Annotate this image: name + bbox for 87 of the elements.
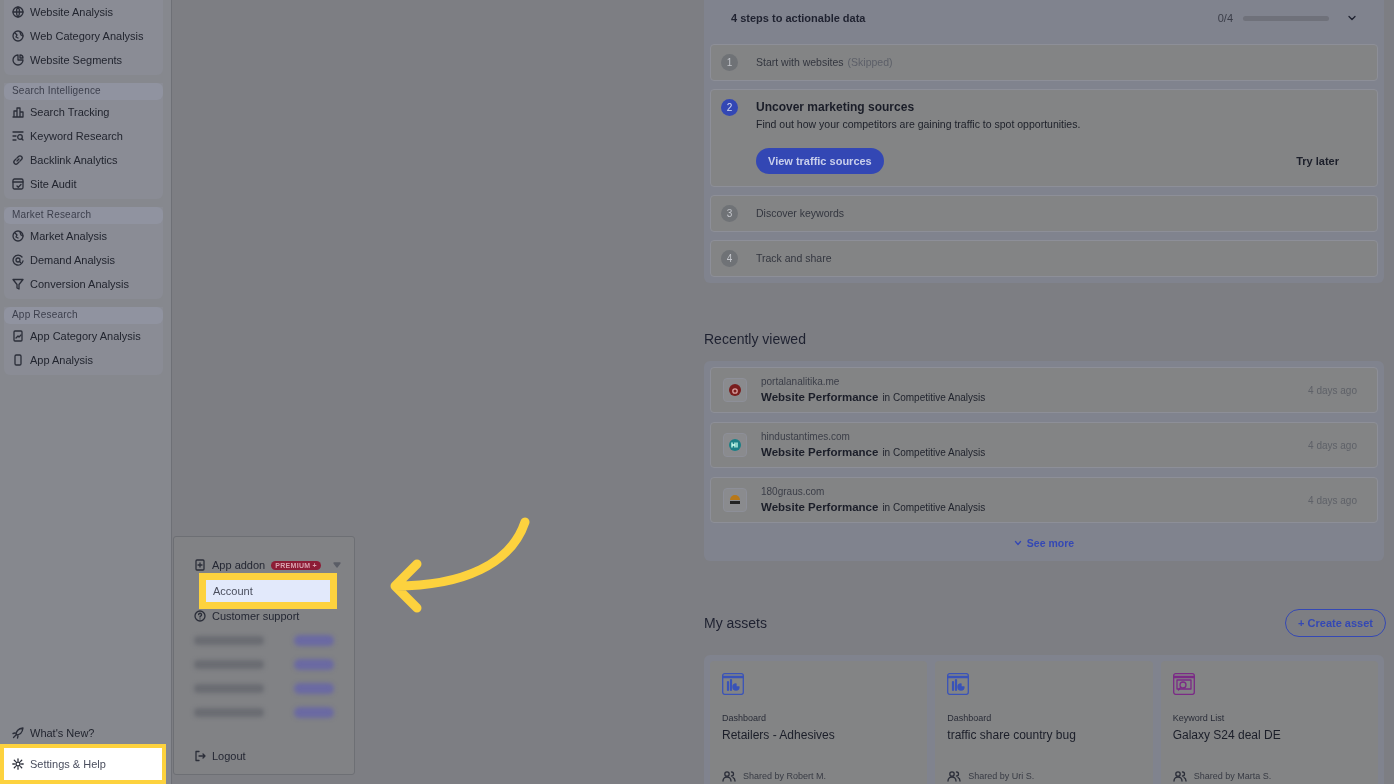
funnel-icon (12, 278, 24, 290)
blurred-badge (294, 634, 334, 646)
app-plus-icon (194, 559, 206, 571)
chevron-down-icon (1013, 539, 1022, 547)
asset-type: Dashboard (947, 713, 992, 723)
section-title: My assets (704, 615, 767, 631)
globe-icon (12, 6, 24, 18)
favicon-icon (727, 437, 743, 453)
menu-item[interactable]: Customer support (194, 604, 342, 628)
step-number: 3 (721, 205, 738, 222)
step-number: 2 (721, 99, 738, 116)
nav-item[interactable]: What's New? (4, 721, 167, 744)
blurred-badge (294, 658, 334, 670)
nav-item[interactable]: App Category Analysis (4, 324, 163, 348)
site-domain: 180graus.com (761, 485, 826, 497)
nav-item[interactable]: Search Tracking (4, 100, 163, 124)
step-title: Discover keywords (756, 207, 845, 219)
settings-icon (12, 758, 24, 770)
try-later-button[interactable]: Try later (1296, 151, 1339, 171)
phone-icon (12, 354, 24, 366)
nav-item[interactable]: Backlink Analytics (4, 148, 163, 172)
view-traffic-button[interactable]: View traffic sources (756, 148, 884, 174)
link-icon (12, 154, 24, 166)
blurred-badge (294, 682, 334, 694)
people-icon (947, 770, 962, 782)
step-number: 4 (721, 250, 738, 267)
report-context: in Competitive Analysis (882, 391, 986, 403)
help-icon (194, 610, 206, 622)
nav-item[interactable]: Website Segments (4, 48, 163, 72)
menu-item[interactable]: Logout (194, 744, 342, 768)
step-title: Track and share (756, 252, 832, 264)
asset-type: Dashboard (722, 713, 767, 723)
asset-name: Galaxy S24 deal DE (1172, 728, 1281, 742)
report-name: Website Performance (761, 500, 879, 513)
site-domain: portalanalitika.me (761, 375, 841, 387)
nav-item[interactable]: Web Category Analysis (4, 24, 163, 48)
caret-down-icon (333, 562, 341, 568)
logout-icon (194, 750, 206, 762)
report-context: in Competitive Analysis (882, 501, 986, 513)
step-number: 1 (721, 54, 738, 71)
pie-chart-icon (12, 54, 24, 66)
blurred-badge (294, 706, 334, 718)
shared-by: Shared by Robert M. (743, 771, 827, 781)
step-title: Uncover marketing sources (756, 100, 915, 114)
favicon-icon (727, 382, 743, 398)
nav-item[interactable]: Keyword Research (4, 124, 163, 148)
nav-item[interactable]: Market Analysis (4, 224, 163, 248)
nav-item[interactable]: Demand Analysis (4, 248, 163, 272)
report-name: Website Performance (761, 390, 879, 403)
asset-name: Retailers - Adhesives (722, 728, 835, 742)
asset-type: Keyword List (1172, 713, 1225, 723)
shared-by: Shared by Marta S. (1193, 771, 1272, 781)
target-search-icon (12, 254, 24, 266)
dashboard-icon (722, 673, 744, 695)
site-domain: hindustantimes.com (761, 430, 851, 442)
globe-icon (12, 30, 24, 42)
report-context: in Competitive Analysis (882, 446, 986, 458)
report-name: Website Performance (761, 445, 879, 458)
shared-by: Shared by Uri S. (968, 771, 1035, 781)
section-header: Search Intelligence (4, 83, 163, 100)
asset-card[interactable]: Dashboard traffic share country bug Shared by Uri S. (935, 661, 1153, 784)
nav-item[interactable]: App Analysis (4, 348, 163, 372)
rocket-icon (12, 726, 24, 739)
panel-title: 4 steps to actionable data (731, 12, 867, 24)
nav-item[interactable]: Conversion Analysis (4, 272, 163, 296)
people-icon (722, 770, 736, 782)
nav-item[interactable]: Settings & Help (0, 744, 166, 784)
dashboard-icon (947, 673, 970, 695)
app-chart-icon (12, 330, 24, 342)
globe-icon (12, 230, 24, 242)
section-header: App Research (4, 307, 163, 324)
nav-item[interactable]: Website Analysis (4, 0, 163, 24)
bar-chart-icon (12, 106, 24, 118)
section-header: Market Research (4, 207, 163, 224)
list-search-icon (12, 130, 24, 142)
people-icon (1172, 770, 1187, 782)
step-title: Start with websites (756, 56, 844, 68)
asset-name: traffic share country bug (947, 728, 1076, 742)
nav-item[interactable]: Site Audit (4, 172, 163, 196)
step-description: Find out how your competitors are gaining traffic to spot opportunities. (756, 118, 1082, 130)
checklist-icon (12, 178, 24, 190)
search-window-icon (1172, 673, 1195, 695)
progress-count: 0/4 (1217, 12, 1233, 24)
asset-card[interactable]: Keyword List Galaxy S24 deal DE Shared by Marta S. (1160, 661, 1378, 784)
asset-card[interactable]: Dashboard Retailers - Adhesives Shared by Robert M. (710, 661, 928, 784)
section-title: Recently viewed (704, 331, 807, 347)
chevron-down-icon (1347, 13, 1357, 23)
